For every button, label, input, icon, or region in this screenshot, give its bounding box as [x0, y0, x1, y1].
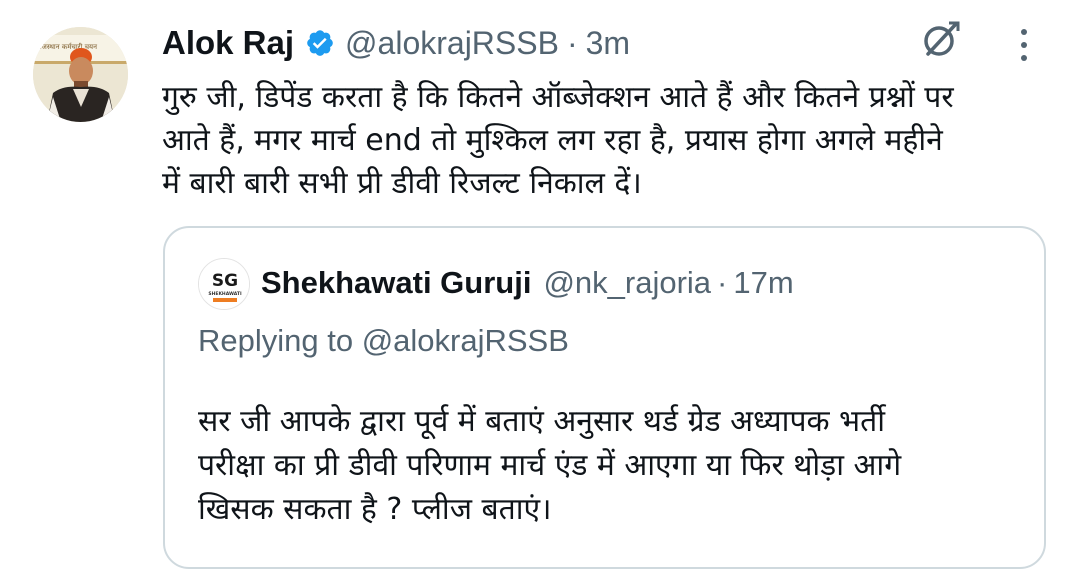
quoted-avatar-logo: SG SHEKHAWATI [199, 259, 249, 309]
quoted-author-name[interactable]: Shekhawati Guruji [261, 265, 531, 301]
quoted-tweet-card[interactable]: SG SHEKHAWATI Shekhawati Guruji @nk_rajo… [163, 226, 1046, 569]
quoted-author-handle[interactable]: @nk_rajoria [543, 265, 711, 301]
tweet-text: गुरु जी, डिपेंड करता है कि कितने ऑब्जेक्… [162, 80, 954, 201]
grok-icon[interactable] [917, 17, 963, 63]
avatar-letters: SG [212, 271, 238, 291]
more-vertical-icon[interactable] [1015, 24, 1033, 66]
separator-dot: · [566, 24, 578, 61]
quoted-separator-dot: · [717, 265, 728, 300]
avatar-banner-text: राजस्थान कर्मचारी चयन [37, 42, 97, 51]
quoted-tweet-timestamp[interactable]: 17m [733, 265, 793, 301]
author-avatar-image: राजस्थान कर्मचारी चयन [33, 27, 128, 122]
quoted-author-avatar[interactable]: SG SHEKHAWATI [198, 258, 250, 310]
author-name[interactable]: Alok Raj [162, 24, 294, 62]
author-handle[interactable]: @alokrajRSSB [345, 25, 559, 62]
tweet-header: Alok Raj @alokrajRSSB · 3m [162, 20, 630, 66]
quoted-tweet-header: Shekhawati Guruji @nk_rajoria · 17m [261, 260, 794, 306]
verified-badge-icon [305, 28, 335, 58]
avatar-caption: SHEKHAWATI [208, 291, 242, 297]
replying-to-label[interactable]: Replying to @alokrajRSSB [198, 323, 569, 359]
tweet-timestamp[interactable]: 3m [586, 25, 630, 62]
author-avatar[interactable]: राजस्थान कर्मचारी चयन [33, 27, 128, 122]
quoted-tweet-text: सर जी आपके द्वारा पूर्व में बताएं अनुसार… [198, 404, 902, 527]
